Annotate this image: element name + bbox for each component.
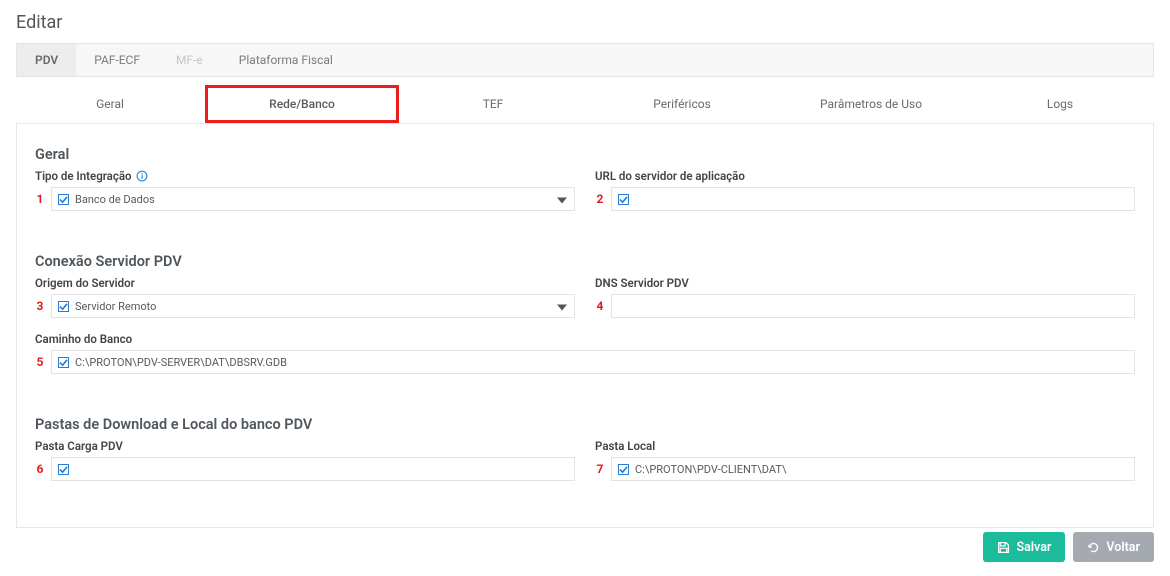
subtab-logs[interactable]: Logs xyxy=(966,85,1154,123)
save-button-label: Salvar xyxy=(1016,540,1051,555)
caminho-banco-input[interactable]: C:\PROTON\PDV-SERVER\DAT\DBSRV.GDB xyxy=(51,350,1135,374)
dns-servidor-input[interactable] xyxy=(611,294,1135,318)
field-marker-2: 2 xyxy=(595,187,605,211)
subtab-rede-banco[interactable]: Rede/Banco xyxy=(205,85,399,123)
label-url-servidor: URL do servidor de aplicação xyxy=(595,169,1135,183)
pasta-local-value: C:\PROTON\PDV-CLIENT\DAT\ xyxy=(635,463,1128,476)
field-marker-3: 3 xyxy=(35,294,45,318)
tab-plataforma-fiscal[interactable]: Plataforma Fiscal xyxy=(221,44,351,76)
form-panel: Geral Tipo de Integração 1 Banco de Dado… xyxy=(16,124,1154,528)
save-button[interactable]: Salvar xyxy=(983,532,1065,562)
tab-paf-ecf[interactable]: PAF-ECF xyxy=(76,44,158,76)
tab-mf-e: MF-e xyxy=(158,44,221,76)
field-marker-5: 5 xyxy=(35,350,45,374)
field-marker-4: 4 xyxy=(595,294,605,318)
origem-servidor-select[interactable]: Servidor Remoto xyxy=(51,294,575,318)
section-conexao-title: Conexão Servidor PDV xyxy=(35,253,1135,270)
section-geral-title: Geral xyxy=(35,146,1135,163)
checkbox-icon[interactable] xyxy=(618,464,629,475)
tipo-integracao-select[interactable]: Banco de Dados xyxy=(51,187,575,211)
field-marker-7: 7 xyxy=(595,457,605,481)
pasta-carga-input[interactable] xyxy=(51,457,575,481)
footer-actions: Salvar Voltar xyxy=(0,528,1170,574)
field-marker-1: 1 xyxy=(35,187,45,211)
subtab-parametros[interactable]: Parâmetros de Uso xyxy=(777,85,966,123)
save-icon xyxy=(997,541,1010,554)
label-pasta-carga: Pasta Carga PDV xyxy=(35,439,575,453)
label-caminho-banco: Caminho do Banco xyxy=(35,332,1135,346)
tab-pdv[interactable]: PDV xyxy=(17,44,76,76)
checkbox-icon[interactable] xyxy=(618,194,629,205)
caminho-banco-value: C:\PROTON\PDV-SERVER\DAT\DBSRV.GDB xyxy=(75,356,1128,369)
section-pastas-title: Pastas de Download e Local do banco PDV xyxy=(35,416,1135,433)
subtab-geral[interactable]: Geral xyxy=(16,85,205,123)
url-servidor-input[interactable] xyxy=(611,187,1135,211)
undo-icon xyxy=(1087,541,1100,554)
info-icon[interactable] xyxy=(136,170,148,182)
pasta-local-input[interactable]: C:\PROTON\PDV-CLIENT\DAT\ xyxy=(611,457,1135,481)
label-tipo-integracao-text: Tipo de Integração xyxy=(35,169,132,183)
label-pasta-local: Pasta Local xyxy=(595,439,1135,453)
label-tipo-integracao: Tipo de Integração xyxy=(35,169,575,183)
sub-tabs: Geral Rede/Banco TEF Periféricos Parâmet… xyxy=(16,85,1154,124)
checkbox-icon[interactable] xyxy=(58,194,69,205)
label-dns-servidor: DNS Servidor PDV xyxy=(595,276,1135,290)
checkbox-icon[interactable] xyxy=(58,357,69,368)
checkbox-icon[interactable] xyxy=(58,301,69,312)
tipo-integracao-value: Banco de Dados xyxy=(75,193,552,206)
label-origem-servidor: Origem do Servidor xyxy=(35,276,575,290)
subtab-perifericos[interactable]: Periféricos xyxy=(588,85,777,123)
subtab-tef[interactable]: TEF xyxy=(399,85,588,123)
back-button[interactable]: Voltar xyxy=(1073,532,1154,562)
page-title: Editar xyxy=(16,12,1154,33)
checkbox-icon[interactable] xyxy=(58,464,69,475)
top-tabs: PDV PAF-ECF MF-e Plataforma Fiscal xyxy=(16,43,1154,77)
back-button-label: Voltar xyxy=(1106,540,1140,555)
origem-servidor-value: Servidor Remoto xyxy=(75,300,552,313)
field-marker-6: 6 xyxy=(35,457,45,481)
